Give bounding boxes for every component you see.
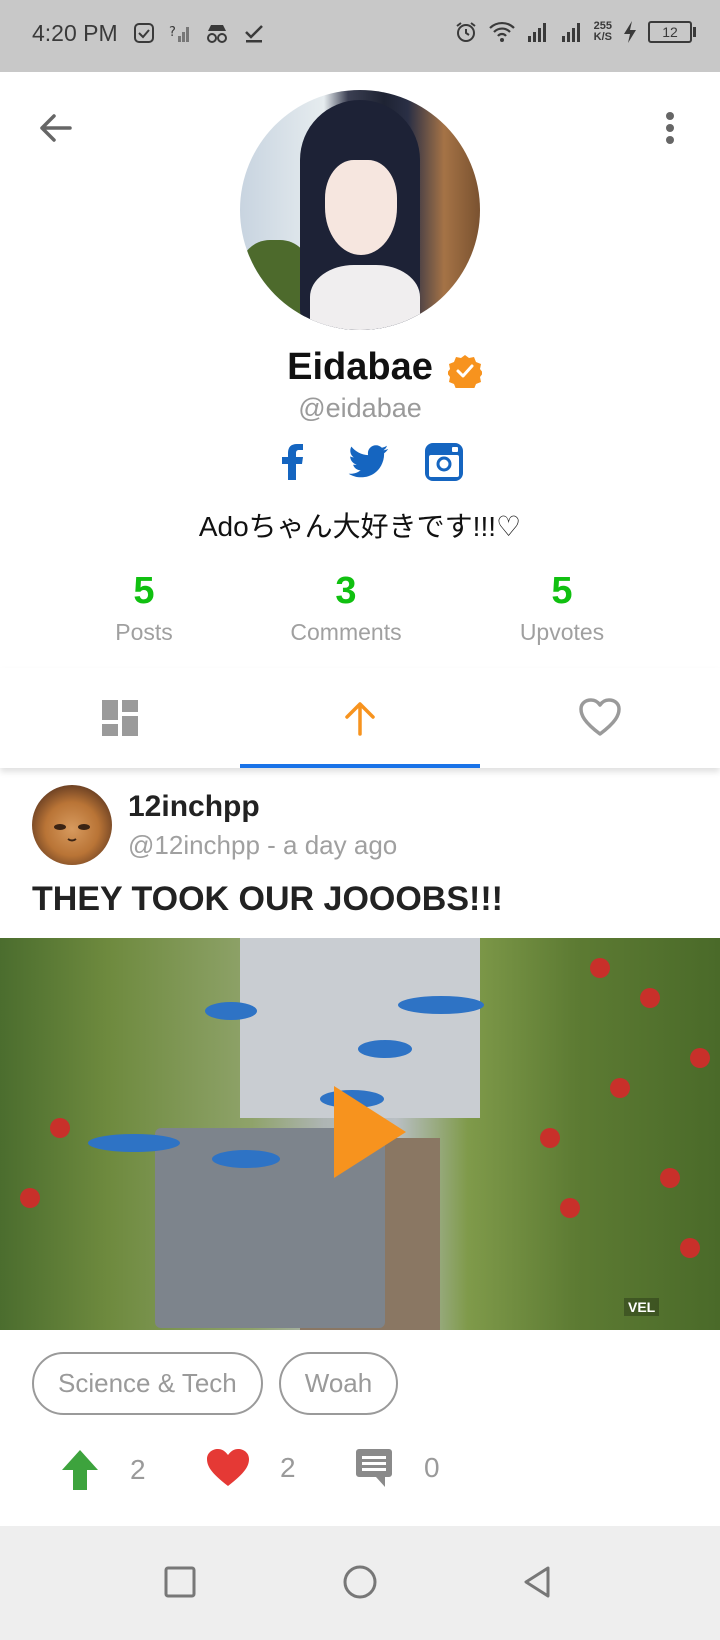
comment-icon: [356, 1449, 392, 1487]
post-author-avatar[interactable]: [32, 785, 112, 865]
stat-comments[interactable]: 3 Comments: [246, 570, 446, 646]
profile-name-row: Eidabae: [0, 346, 720, 389]
post-author-name[interactable]: 12inchpp: [128, 790, 260, 824]
checkbox-notification-icon: [134, 23, 154, 43]
cell-signal-2-icon: [561, 23, 580, 42]
more-vertical-icon: [666, 112, 674, 144]
alarm-icon: [456, 22, 476, 42]
stat-posts[interactable]: 5 Posts: [44, 570, 244, 646]
tag-chip-science-tech[interactable]: Science & Tech: [32, 1352, 263, 1415]
download-done-icon: [245, 25, 263, 43]
play-button-icon[interactable]: [330, 1084, 410, 1180]
tag-chip-woah[interactable]: Woah: [278, 1352, 399, 1415]
facebook-link[interactable]: [270, 440, 314, 484]
recents-square-icon[interactable]: [160, 1562, 200, 1602]
instagram-icon: [425, 443, 463, 481]
cell-signal-1-icon: [527, 23, 546, 42]
post-title[interactable]: THEY TOOK OUR JOOOBS!!!: [32, 880, 503, 919]
back-triangle-icon[interactable]: [518, 1562, 558, 1602]
dashboard-icon: [102, 700, 138, 736]
instagram-link[interactable]: [422, 440, 466, 484]
stat-upvotes[interactable]: 5 Upvotes: [462, 570, 662, 646]
tab-upvoted[interactable]: [240, 668, 480, 768]
upvote-button[interactable]: 2: [60, 1448, 146, 1492]
incognito-icon: [207, 25, 227, 43]
profile-avatar[interactable]: [240, 90, 480, 330]
profile-bio: Adoちゃん大好きです!!!♡: [198, 511, 522, 542]
comment-count: 0: [424, 1452, 440, 1483]
battery-indicator: 12: [648, 21, 696, 43]
upvote-count: 2: [130, 1454, 146, 1485]
post-actions: 2 2 0: [60, 1448, 720, 1498]
stat-posts-label: Posts: [115, 619, 173, 645]
social-links: [270, 440, 466, 484]
wifi-icon: [488, 21, 515, 42]
network-speed: 255 K/S: [593, 20, 612, 43]
cat-face-icon: [54, 824, 90, 842]
status-right-icons: 255 K/S 12: [454, 20, 696, 44]
comment-button[interactable]: 0: [354, 1448, 440, 1488]
system-navigation-bar: [0, 1526, 720, 1640]
svg-text:?: ?: [169, 25, 176, 40]
post-meta: @12inchpp - a day ago: [128, 830, 398, 860]
heart-filled-icon: [207, 1449, 249, 1486]
stat-comments-value: 3: [335, 570, 357, 612]
upvote-arrow-icon: [345, 702, 375, 736]
twitter-icon: [348, 445, 389, 478]
stat-upvotes-label: Upvotes: [519, 619, 605, 645]
back-button[interactable]: [34, 106, 78, 150]
tab-liked[interactable]: [480, 668, 720, 768]
post-tags: Science & Tech Woah: [32, 1352, 399, 1415]
status-bar: 4:20 PM ? 255 K/S 12: [0, 0, 720, 72]
charging-bolt-icon: [624, 21, 636, 43]
verified-badge-icon: [448, 355, 482, 388]
video-watermark: VEL: [624, 1298, 660, 1316]
status-time: 4:20 PM: [32, 20, 118, 46]
twitter-link[interactable]: [346, 440, 390, 484]
more-options-button[interactable]: [660, 106, 680, 150]
status-left-icons: ?: [133, 22, 265, 44]
facebook-icon: [282, 444, 303, 480]
home-circle-icon[interactable]: [340, 1562, 380, 1602]
profile-display-name: Eidabae: [287, 346, 433, 388]
signal-question-icon: ?: [169, 25, 189, 42]
heart-outline-icon: [579, 698, 621, 736]
stat-posts-value: 5: [133, 570, 155, 612]
tab-posts-grid[interactable]: [0, 668, 240, 768]
arrow-left-icon: [40, 114, 72, 142]
profile-stats: 5 Posts 3 Comments 5 Upvotes: [0, 570, 720, 660]
active-tab-indicator: [240, 764, 480, 768]
profile-handle: @eidabae: [298, 393, 422, 423]
stat-upvotes-value: 5: [551, 570, 573, 612]
profile-tabs: [0, 668, 720, 768]
stat-comments-label: Comments: [290, 619, 402, 645]
like-count: 2: [280, 1452, 296, 1483]
upvote-icon: [62, 1450, 98, 1490]
like-button[interactable]: 2: [206, 1448, 296, 1488]
